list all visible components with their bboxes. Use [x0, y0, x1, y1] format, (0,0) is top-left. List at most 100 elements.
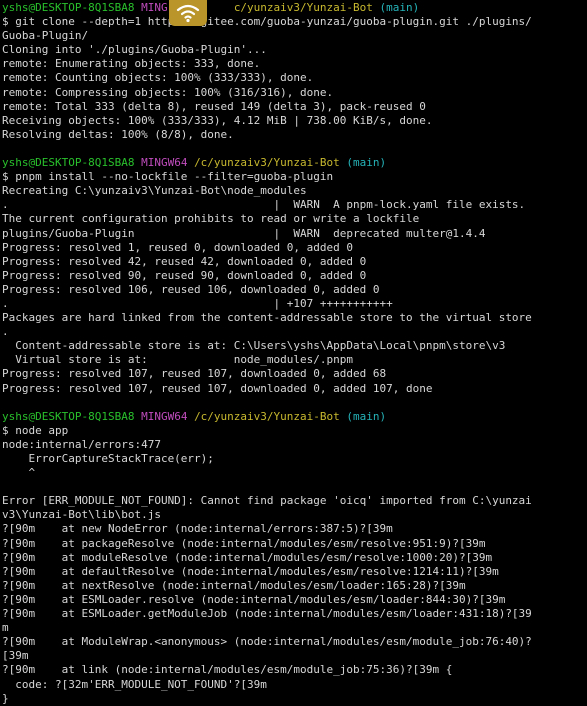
terminal-line: node:internal/errors:477 [2, 438, 586, 452]
output-text: remote: Compressing objects: 100% (316/3… [2, 85, 334, 99]
output-text: ErrorCaptureStackTrace(err); [2, 452, 214, 465]
output-text: Progress: resolved 42, reused 42, downlo… [2, 254, 367, 268]
output-text: m [2, 621, 9, 635]
terminal-line: ?[90m at ModuleWrap.<anonymous> (node:in… [2, 635, 586, 649]
output-text: Recreating C:\yunzaiv3\Yunzai-Bot\node_m… [2, 184, 307, 198]
terminal-line: Content-addressable store is at: C:\User… [2, 339, 586, 353]
terminal-line: Resolving deltas: 100% (8/8), done. [2, 128, 586, 142]
terminal-line: $ pnpm install --no-lockfile --filter=gu… [2, 170, 586, 184]
terminal-line: Guoba-Plugin/ [2, 29, 586, 43]
terminal-line: plugins/Guoba-Plugin | WARN deprecated m… [2, 227, 586, 241]
output-text: ?[90m at link (node:internal/modules/esm… [2, 663, 453, 677]
terminal-line: Receiving objects: 100% (333/333), 4.12 … [2, 114, 586, 128]
terminal-line: Progress: resolved 90, reused 90, downlo… [2, 269, 586, 283]
terminal-line: Progress: resolved 42, reused 42, downlo… [2, 255, 586, 269]
prompt-user: yshs@DESKTOP-8Q1SBA8 [2, 156, 142, 170]
terminal-line: m [2, 621, 586, 635]
prompt-user: yshs@DESKTOP-8Q1SBA8 [2, 409, 142, 423]
output-text: Content-addressable store is at: C:\User… [2, 339, 506, 353]
output-text: Progress: resolved 107, reused 107, down… [2, 381, 433, 395]
output-text: plugins/Guoba-Plugin | WARN deprecated m… [2, 226, 486, 240]
output-text: remote: Total 333 (delta 8), reused 149 … [2, 99, 426, 113]
terminal-line: code: ?[32m'ERR_MODULE_NOT_FOUND'?[39m [2, 678, 586, 692]
output-text: Progress: resolved 90, reused 90, downlo… [2, 268, 367, 282]
terminal-output[interactable]: yshs@DESKTOP-8Q1SBA8 MING c/yunzaiv3/Yun… [2, 1, 586, 706]
prompt-path: /c/yunzaiv3/Yunzai-Bot [194, 156, 347, 170]
terminal-line: $ node app [2, 424, 586, 438]
output-text: ?[90m at moduleResolve (node:internal/mo… [2, 550, 493, 564]
output-text: ?[90m at packageResolve (node:internal/m… [2, 536, 486, 550]
prompt-user: yshs@DESKTOP-8Q1SBA8 [2, 1, 142, 14]
terminal-line: ?[90m at ESMLoader.resolve (node:interna… [2, 593, 586, 607]
output-text: . | WARN A pnpm-lock.yaml file exists. [2, 198, 526, 212]
prompt-branch: (main) [346, 409, 387, 423]
terminal-line: remote: Counting objects: 100% (333/333)… [2, 71, 586, 85]
terminal-line: Packages are hard linked from the conten… [2, 311, 586, 325]
output-text: . [2, 325, 9, 339]
output-text: Receiving objects: 100% (333/333), 4.12 … [2, 113, 433, 127]
terminal-line: remote: Compressing objects: 100% (316/3… [2, 86, 586, 100]
terminal-line: Recreating C:\yunzaiv3\Yunzai-Bot\node_m… [2, 184, 586, 198]
terminal-line: yshs@DESKTOP-8Q1SBA8 MINGW64 /c/yunzaiv3… [2, 410, 586, 424]
output-text: ?[90m at nextResolve (node:internal/modu… [2, 578, 466, 592]
prompt-host: MING [141, 1, 168, 14]
terminal-line: The current configuration prohibits to r… [2, 212, 586, 226]
terminal-line: ?[90m at moduleResolve (node:internal/mo… [2, 551, 586, 565]
terminal-line: Virtual store is at: node_modules/.pnpm [2, 353, 586, 367]
output-text: Cloning into './plugins/Guoba-Plugin'... [2, 43, 267, 57]
prompt-host: MINGW64 [141, 156, 195, 170]
terminal-line: remote: Total 333 (delta 8), reused 149 … [2, 100, 586, 114]
output-text: ?[90m at ESMLoader.getModuleJob (node:in… [2, 607, 532, 621]
output-text: Resolving deltas: 100% (8/8), done. [2, 127, 234, 141]
wifi-overlay-badge [169, 0, 207, 26]
output-text: remote: Enumerating objects: 333, done. [2, 57, 261, 71]
terminal-line: ?[90m at packageResolve (node:internal/m… [2, 537, 586, 551]
terminal-line: ?[90m at defaultResolve (node:internal/m… [2, 565, 586, 579]
output-text: Virtual store is at: node_modules/.pnpm [2, 353, 353, 367]
terminal-line: remote: Enumerating objects: 333, done. [2, 57, 586, 71]
terminal-line: Progress: resolved 107, reused 107, down… [2, 367, 586, 381]
output-text: remote: Counting objects: 100% (333/333)… [2, 71, 314, 85]
output-text: . | +107 +++++++++++ [2, 296, 393, 310]
prompt-path: c/yunzaiv3/Yunzai-Bot [233, 1, 380, 14]
prompt-path: /c/yunzaiv3/Yunzai-Bot [194, 409, 347, 423]
output-text: ?[90m at ESMLoader.resolve (node:interna… [2, 592, 506, 606]
terminal-line: ?[90m at nextResolve (node:internal/modu… [2, 579, 586, 593]
prompt-branch: (main) [379, 1, 420, 14]
terminal-line: . | +107 +++++++++++ [2, 297, 586, 311]
output-text: ?[90m at ModuleWrap.<anonymous> (node:in… [2, 635, 532, 649]
terminal-line: ?[90m at link (node:internal/modules/esm… [2, 663, 586, 677]
terminal-line: ?[90m at new NodeError (node:internal/er… [2, 522, 586, 536]
output-text: node:internal/errors:477 [2, 437, 161, 451]
terminal-line: yshs@DESKTOP-8Q1SBA8 MINGW64 /c/yunzaiv3… [2, 156, 586, 170]
terminal-line: . | WARN A pnpm-lock.yaml file exists. [2, 198, 586, 212]
terminal-line: ErrorCaptureStackTrace(err); [2, 452, 586, 466]
terminal-line: [39m [2, 649, 586, 663]
terminal-line: Cloning into './plugins/Guoba-Plugin'... [2, 43, 586, 57]
output-text: Progress: resolved 1, reused 0, download… [2, 240, 353, 254]
prompt-branch: (main) [346, 156, 387, 170]
terminal-line: . [2, 325, 586, 339]
output-text: ?[90m at new NodeError (node:internal/er… [2, 522, 393, 536]
output-text: $ pnpm install --no-lockfile --filter=gu… [2, 170, 334, 184]
output-text: Progress: resolved 106, reused 106, down… [2, 282, 380, 296]
terminal-line: ?[90m at ESMLoader.getModuleJob (node:in… [2, 607, 586, 621]
terminal-line: $ git clone --depth=1 https://gitee.com/… [2, 15, 586, 29]
output-text: code: ?[32m'ERR_MODULE_NOT_FOUND'?[39m [2, 677, 267, 691]
terminal-line: yshs@DESKTOP-8Q1SBA8 MING c/yunzaiv3/Yun… [2, 1, 586, 15]
terminal-line: Error [ERR_MODULE_NOT_FOUND]: Cannot fin… [2, 494, 586, 508]
output-text: ^ [2, 466, 36, 480]
terminal-line: Progress: resolved 106, reused 106, down… [2, 283, 586, 297]
output-text: Progress: resolved 107, reused 107, down… [2, 367, 387, 381]
output-text: The current configuration prohibits to r… [2, 212, 420, 226]
output-text: Guoba-Plugin/ [2, 29, 89, 43]
output-text: Packages are hard linked from the conten… [2, 311, 532, 325]
wifi-icon [176, 4, 200, 23]
terminal-line: ^ [2, 466, 586, 480]
output-text: $ node app [2, 423, 69, 437]
output-text: v3\Yunzai-Bot\lib\bot.js [2, 508, 161, 522]
terminal-line: v3\Yunzai-Bot\lib\bot.js [2, 508, 586, 522]
